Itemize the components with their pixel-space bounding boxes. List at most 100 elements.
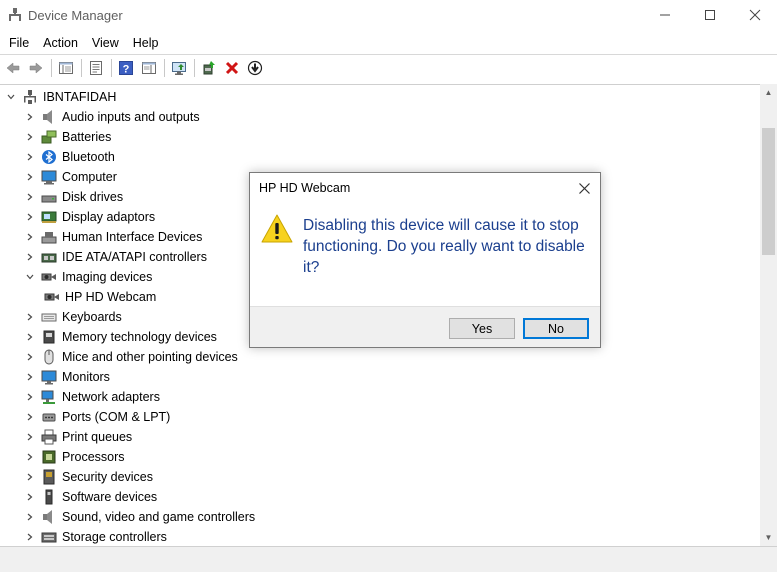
update-driver-button[interactable]	[198, 57, 220, 79]
tree-category-audio-inputs-and-outputs[interactable]: Audio inputs and outputs	[25, 107, 200, 127]
no-button[interactable]: No	[523, 318, 589, 339]
expand-arrow-icon[interactable]	[25, 452, 35, 462]
bluetooth-icon	[41, 149, 57, 165]
tree-root[interactable]: IBNTAFIDAH	[6, 87, 116, 107]
tree-item-label: Disk drives	[62, 190, 124, 204]
action-pane-button[interactable]	[138, 57, 160, 79]
warning-icon	[261, 214, 293, 243]
mouse-icon	[41, 349, 57, 365]
tree-category-network-adapters[interactable]: Network adapters	[25, 387, 160, 407]
tree-category-processors[interactable]: Processors	[25, 447, 125, 467]
port-icon	[41, 409, 57, 425]
tree-item-label: Network adapters	[62, 390, 160, 404]
menu-file[interactable]: File	[4, 36, 34, 50]
scrollbar-thumb[interactable]	[762, 128, 775, 255]
expand-arrow-icon[interactable]	[25, 252, 35, 262]
tree-category-security-devices[interactable]: Security devices	[25, 467, 153, 487]
tree-category-storage-controllers[interactable]: Storage controllers	[25, 527, 167, 546]
display-adapter-icon	[41, 209, 57, 225]
tree-category-batteries[interactable]: Batteries	[25, 127, 111, 147]
tree-category-ports-com-lpt[interactable]: Ports (COM & LPT)	[25, 407, 170, 427]
disable-device-button[interactable]	[244, 57, 266, 79]
toolbar-separator	[51, 58, 52, 77]
forward-button[interactable]	[25, 57, 47, 79]
help-button[interactable]: ?	[115, 57, 137, 79]
expand-arrow-icon[interactable]	[25, 512, 35, 522]
tree-category-ide-ata-atapi-controllers[interactable]: IDE ATA/ATAPI controllers	[25, 247, 207, 267]
vertical-scrollbar[interactable]: ▲ ▼	[760, 84, 777, 546]
expand-arrow-icon[interactable]	[25, 532, 35, 542]
dialog-footer: Yes No	[250, 306, 600, 347]
back-button[interactable]	[2, 57, 24, 79]
tree-item-label: Software devices	[62, 490, 158, 504]
expand-arrow-icon[interactable]	[25, 412, 35, 422]
tree-category-keyboards[interactable]: Keyboards	[25, 307, 122, 327]
toolbar-separator	[81, 58, 82, 77]
tree-category-imaging-devices[interactable]: Imaging devices	[25, 267, 152, 287]
maximize-button[interactable]	[687, 0, 733, 30]
tree-category-print-queues[interactable]: Print queues	[25, 427, 132, 447]
tree-category-computer[interactable]: Computer	[25, 167, 117, 187]
sound-icon	[41, 509, 57, 525]
computer-root-icon	[22, 89, 38, 105]
tree-item-label: Computer	[62, 170, 117, 184]
tree-category-display-adaptors[interactable]: Display adaptors	[25, 207, 155, 227]
tree-category-software-devices[interactable]: Software devices	[25, 487, 157, 507]
tree-category-mice-and-other-pointing-devices[interactable]: Mice and other pointing devices	[25, 347, 238, 367]
expand-arrow-icon[interactable]	[25, 352, 35, 362]
tree-category-bluetooth[interactable]: Bluetooth	[25, 147, 115, 167]
disable-device-icon	[247, 60, 263, 75]
close-button[interactable]	[732, 0, 777, 30]
tree-item-label: Storage controllers	[62, 530, 167, 544]
scan-hardware-button[interactable]	[168, 57, 190, 79]
expand-arrow-icon[interactable]	[25, 172, 35, 182]
menu-help[interactable]: Help	[128, 36, 164, 50]
expand-arrow-icon[interactable]	[25, 192, 35, 202]
properties-button[interactable]	[85, 57, 107, 79]
yes-button[interactable]: Yes	[449, 318, 515, 339]
minimize-button[interactable]	[642, 0, 688, 30]
expand-arrow-icon[interactable]	[25, 432, 35, 442]
expand-arrow-icon[interactable]	[25, 132, 35, 142]
tree-item-label: Imaging devices	[62, 270, 153, 284]
scroll-down-arrow-icon[interactable]: ▼	[760, 529, 777, 546]
action-pane-icon	[142, 61, 156, 74]
scroll-up-arrow-icon[interactable]: ▲	[760, 84, 777, 101]
tree-category-sound-video-and-game-controllers[interactable]: Sound, video and game controllers	[25, 507, 255, 527]
tree-device-hp-hd-webcam[interactable]: HP HD Webcam	[44, 287, 156, 307]
tree-category-disk-drives[interactable]: Disk drives	[25, 187, 123, 207]
keyboard-icon	[41, 309, 57, 325]
security-device-icon	[41, 469, 57, 485]
expand-arrow-icon[interactable]	[25, 152, 35, 162]
expand-arrow-icon[interactable]	[25, 492, 35, 502]
expand-arrow-icon[interactable]	[25, 112, 35, 122]
tree-category-human-interface-devices[interactable]: Human Interface Devices	[25, 227, 202, 247]
expand-arrow-icon[interactable]	[25, 212, 35, 222]
tree-item-label: Audio inputs and outputs	[62, 110, 200, 124]
maximize-icon	[705, 10, 715, 20]
tree-category-monitors[interactable]: Monitors	[25, 367, 110, 387]
collapse-arrow-icon[interactable]	[6, 92, 16, 102]
expand-arrow-icon[interactable]	[25, 312, 35, 322]
expand-arrow-icon[interactable]	[25, 372, 35, 382]
tree-item-label: Batteries	[62, 130, 112, 144]
menu-view[interactable]: View	[87, 36, 124, 50]
disk-drive-icon	[41, 189, 57, 205]
ide-controller-icon	[41, 249, 57, 265]
expand-arrow-icon[interactable]	[25, 392, 35, 402]
expand-arrow-icon[interactable]	[25, 332, 35, 342]
uninstall-device-button[interactable]	[221, 57, 243, 79]
hid-icon	[41, 229, 57, 245]
expand-arrow-icon[interactable]	[25, 232, 35, 242]
camera-icon	[41, 269, 57, 285]
collapse-arrow-icon[interactable]	[25, 272, 35, 282]
dialog-close-button[interactable]	[572, 177, 596, 199]
dialog-title: HP HD Webcam	[259, 181, 351, 195]
expand-arrow-icon[interactable]	[25, 472, 35, 482]
software-device-icon	[41, 489, 57, 505]
dialog-message: Disabling this device will cause it to s…	[303, 217, 585, 276]
menu-action[interactable]: Action	[38, 36, 83, 50]
tree-category-memory-technology-devices[interactable]: Memory technology devices	[25, 327, 217, 347]
monitor-icon	[41, 369, 57, 385]
show-hide-tree-button[interactable]	[55, 57, 77, 79]
